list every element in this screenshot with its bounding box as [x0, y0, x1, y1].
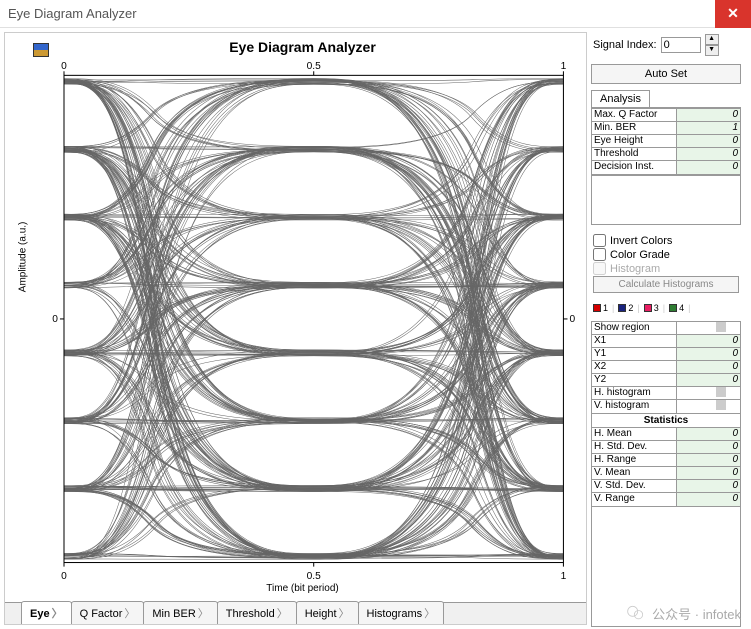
param-row[interactable]: Decision Inst.0	[592, 161, 740, 174]
auto-set-button[interactable]: Auto Set	[591, 64, 741, 84]
param-row[interactable]: Min. BER1	[592, 122, 740, 135]
chart-title: Eye Diagram Analyzer	[25, 39, 580, 55]
bottom-tabs: Eye Q Factor Min BER Threshold Height Hi…	[5, 602, 586, 624]
param-row[interactable]: V. histogram	[592, 400, 740, 413]
svg-text:0: 0	[570, 314, 576, 325]
svg-text:0: 0	[61, 571, 67, 582]
legend-row: 1|2|3|4|	[591, 301, 741, 315]
param-row[interactable]: V. Range0	[592, 493, 740, 506]
calculate-histograms-button[interactable]: Calculate Histograms	[593, 276, 739, 293]
param-row[interactable]: H. histogram	[592, 387, 740, 400]
param-row[interactable]: X10	[592, 335, 740, 348]
svg-text:0: 0	[52, 314, 58, 325]
spinner-down-icon[interactable]: ▼	[705, 45, 719, 56]
param-row[interactable]: Y10	[592, 348, 740, 361]
legend-item[interactable]: 4	[669, 303, 684, 313]
param-row[interactable]: Eye Height0	[592, 135, 740, 148]
param-row[interactable]: Y20	[592, 374, 740, 387]
param-row[interactable]: H. Std. Dev.0	[592, 441, 740, 454]
window-title: Eye Diagram Analyzer	[8, 6, 715, 21]
color-grade-checkbox[interactable]	[593, 248, 606, 261]
tab-min-ber[interactable]: Min BER	[143, 601, 217, 624]
tab-threshold[interactable]: Threshold	[217, 601, 297, 624]
svg-text:1: 1	[561, 571, 567, 582]
svg-text:0.5: 0.5	[307, 571, 321, 582]
param-row[interactable]: Max. Q Factor0	[592, 109, 740, 122]
tab-eye[interactable]: Eye	[21, 601, 72, 624]
watermark: 公众号 · infotek	[626, 603, 741, 623]
tab-q-factor[interactable]: Q Factor	[71, 601, 145, 624]
tab-height[interactable]: Height	[296, 601, 359, 624]
invert-colors-checkbox[interactable]	[593, 234, 606, 247]
param-row[interactable]: H. Range0	[592, 454, 740, 467]
titlebar: Eye Diagram Analyzer ✕	[0, 0, 751, 28]
legend-item[interactable]: 3	[644, 303, 659, 313]
histogram-checkbox	[593, 262, 606, 275]
wechat-icon	[626, 603, 646, 623]
tab-histograms[interactable]: Histograms	[358, 601, 445, 624]
signal-index-label: Signal Index:	[593, 39, 657, 51]
legend-item[interactable]: 1	[593, 303, 608, 313]
spinner-up-icon[interactable]: ▲	[705, 34, 719, 45]
x-tick-0: 0	[61, 61, 67, 72]
legend-item[interactable]: 2	[618, 303, 633, 313]
chart-panel: Signal Eye Diagram Analyzer Amplitude (a…	[4, 32, 587, 625]
tab-analysis[interactable]: Analysis	[591, 90, 650, 107]
param-row[interactable]: X20	[592, 361, 740, 374]
param-row[interactable]: H. Mean0	[592, 428, 740, 441]
param-row[interactable]: Threshold0	[592, 148, 740, 161]
x-tick-1: 0.5	[307, 61, 321, 72]
param-row[interactable]: V. Mean0	[592, 467, 740, 480]
signal-index-input[interactable]	[661, 37, 701, 53]
eye-diagram-plot[interactable]: Amplitude (a.u.) 0 0.5 1 0 0.5 1 0 0	[25, 57, 580, 587]
x-tick-2: 1	[561, 61, 567, 72]
y-axis-label: Amplitude (a.u.)	[18, 222, 29, 293]
properties-panel: Signal Index: ▲ ▼ Auto Set Analysis Max.…	[591, 32, 741, 625]
statistics-header: Statistics	[591, 414, 741, 428]
close-button[interactable]: ✕	[715, 0, 751, 28]
param-row[interactable]: V. Std. Dev.0	[592, 480, 740, 493]
save-icon[interactable]	[33, 43, 49, 57]
param-row[interactable]: Show region	[592, 322, 740, 335]
analysis-table: Max. Q Factor0Min. BER1Eye Height0Thresh…	[591, 108, 741, 175]
